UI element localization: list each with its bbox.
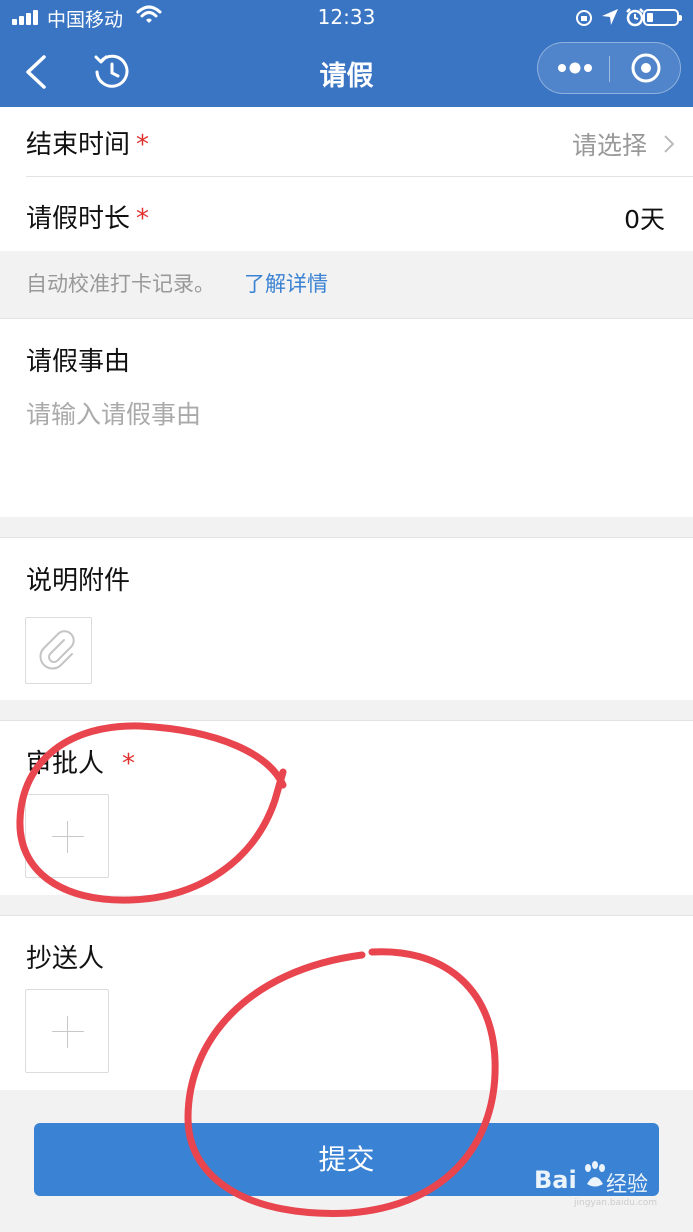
mini-program-capsule — [537, 42, 681, 94]
end-time-row[interactable]: 结束时间 * 请选择 — [0, 107, 693, 180]
required-mark: * — [122, 749, 136, 779]
top-bar: 中国移动 12:33 请假 — [0, 0, 693, 107]
rotation-lock-icon — [576, 10, 592, 26]
nav-bar: 请假 — [0, 36, 693, 107]
duration-row: 请假时长 * 0天 — [0, 179, 693, 252]
status-bar: 中国移动 12:33 — [0, 0, 693, 36]
more-dots-icon[interactable] — [538, 43, 610, 93]
notice-text: 自动校准打卡记录。 — [26, 272, 215, 296]
status-icons — [569, 6, 682, 28]
paw-icon — [585, 1161, 605, 1187]
paperclip-icon — [39, 630, 75, 670]
time-card: 结束时间 * 请选择 请假时长 * 0天 — [0, 107, 693, 251]
row-divider — [26, 176, 693, 177]
required-mark: * — [136, 130, 150, 160]
watermark-brand: Bai — [534, 1166, 577, 1194]
reason-input[interactable]: 请输入请假事由 — [26, 395, 201, 431]
approver-card: 审批人 * — [0, 720, 693, 895]
approver-label: 审批人 * — [26, 749, 136, 779]
attachment-card: 说明附件 — [0, 537, 693, 700]
duration-label: 请假时长 * — [26, 204, 150, 234]
location-arrow-icon — [602, 9, 618, 25]
target-circle-icon[interactable] — [610, 43, 682, 93]
end-time-label: 结束时间 * — [26, 130, 150, 160]
watermark-suffix: 经验 — [606, 1172, 648, 1196]
alarm-icon — [626, 8, 644, 27]
watermark-url: jingyan.baidu.com — [574, 1198, 658, 1208]
add-approver-button[interactable] — [25, 794, 109, 878]
add-cc-button[interactable] — [25, 989, 109, 1073]
learn-more-link[interactable]: 了解详情 — [244, 268, 328, 298]
required-mark: * — [136, 204, 150, 234]
cc-card: 抄送人 — [0, 915, 693, 1090]
attachment-upload-button[interactable] — [25, 617, 92, 684]
baidu-watermark: Bai 经验 jingyan.baidu.com — [534, 1158, 684, 1218]
attachment-label: 说明附件 — [26, 566, 131, 596]
notice-bar: 自动校准打卡记录。 了解详情 — [0, 251, 693, 318]
reason-label: 请假事由 — [26, 347, 131, 377]
battery-icon — [643, 9, 682, 26]
cc-label: 抄送人 — [26, 944, 105, 974]
chevron-right-icon — [664, 135, 675, 153]
end-time-value: 请选择 — [571, 131, 647, 160]
reason-card: 请假事由 请输入请假事由 — [0, 318, 693, 517]
duration-value: 0天 — [624, 205, 665, 234]
